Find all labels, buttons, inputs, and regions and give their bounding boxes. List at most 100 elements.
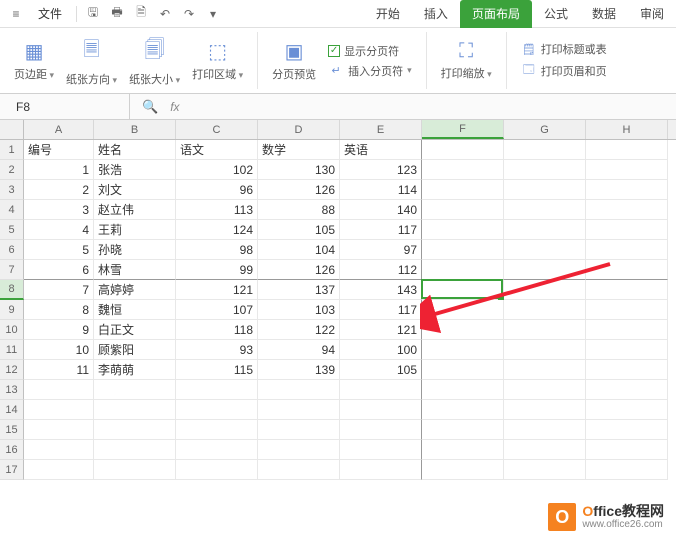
cell[interactable] <box>422 260 504 280</box>
cell-chinese[interactable]: 98 <box>176 240 258 260</box>
cell[interactable] <box>340 380 422 400</box>
page-break-preview-button[interactable]: ▣ 分页预览 <box>266 37 322 84</box>
cell-english[interactable]: 97 <box>340 240 422 260</box>
cell[interactable] <box>586 400 668 420</box>
cell[interactable] <box>504 140 586 160</box>
col-header-H[interactable]: H <box>586 120 668 139</box>
header-footer-button[interactable]: 🗔 打印页眉和页 <box>521 61 607 80</box>
select-all-corner[interactable] <box>0 120 24 139</box>
row-header[interactable]: 17 <box>0 460 24 480</box>
cell[interactable] <box>586 160 668 180</box>
cell-english[interactable]: 112 <box>340 260 422 280</box>
row-header[interactable]: 16 <box>0 440 24 460</box>
cell-id[interactable]: 7 <box>24 280 94 300</box>
row-header[interactable]: 15 <box>0 420 24 440</box>
cell[interactable] <box>504 460 586 480</box>
size-button[interactable]: 🗐 纸张大小 <box>123 33 186 89</box>
cell-english[interactable]: 140 <box>340 200 422 220</box>
cell-name[interactable]: 李萌萌 <box>94 360 176 380</box>
cell[interactable] <box>504 340 586 360</box>
cell[interactable] <box>586 180 668 200</box>
row-header[interactable]: 14 <box>0 400 24 420</box>
cell[interactable] <box>258 460 340 480</box>
cell-name[interactable]: 白正文 <box>94 320 176 340</box>
cell[interactable] <box>586 240 668 260</box>
cell-name[interactable]: 林雪 <box>94 260 176 280</box>
undo-icon[interactable]: ↶ <box>153 2 177 26</box>
cell[interactable] <box>504 360 586 380</box>
col-header-E[interactable]: E <box>340 120 422 139</box>
cell[interactable] <box>504 260 586 280</box>
cell-header-chinese[interactable]: 语文 <box>176 140 258 160</box>
cell-english[interactable]: 121 <box>340 320 422 340</box>
cell-math[interactable]: 130 <box>258 160 340 180</box>
cell-chinese[interactable]: 102 <box>176 160 258 180</box>
print-scaling-button[interactable]: ⛶ 打印缩放 <box>435 38 498 83</box>
row-header[interactable]: 7 <box>0 260 24 280</box>
col-header-G[interactable]: G <box>504 120 586 139</box>
cell[interactable] <box>340 440 422 460</box>
cell[interactable] <box>340 460 422 480</box>
cell[interactable] <box>586 260 668 280</box>
cell[interactable] <box>422 460 504 480</box>
cell[interactable] <box>176 420 258 440</box>
cell-chinese[interactable]: 115 <box>176 360 258 380</box>
cell[interactable] <box>94 440 176 460</box>
cell[interactable] <box>258 380 340 400</box>
col-header-B[interactable]: B <box>94 120 176 139</box>
preview-icon[interactable]: 🗎 <box>129 2 153 26</box>
dropdown-icon[interactable]: ▾ <box>201 2 225 26</box>
tab-formulas[interactable]: 公式 <box>532 0 580 28</box>
cell-id[interactable]: 3 <box>24 200 94 220</box>
cell[interactable] <box>422 320 504 340</box>
cell[interactable] <box>586 440 668 460</box>
cell[interactable] <box>504 180 586 200</box>
print-area-button[interactable]: ⬚ 打印区域 <box>186 37 249 84</box>
cell-english[interactable]: 143 <box>340 280 422 300</box>
cell[interactable] <box>422 400 504 420</box>
cell-chinese[interactable]: 93 <box>176 340 258 360</box>
cell-name[interactable]: 孙晓 <box>94 240 176 260</box>
tab-page-layout[interactable]: 页面布局 <box>460 0 532 28</box>
file-menu[interactable]: 文件 <box>28 0 72 28</box>
cell[interactable] <box>422 380 504 400</box>
cell[interactable] <box>586 320 668 340</box>
cell[interactable] <box>340 420 422 440</box>
cell-english[interactable]: 123 <box>340 160 422 180</box>
cell[interactable] <box>422 300 504 320</box>
cell[interactable] <box>504 320 586 340</box>
cell[interactable] <box>422 340 504 360</box>
cell[interactable] <box>94 420 176 440</box>
cell-header-name[interactable]: 姓名 <box>94 140 176 160</box>
cell[interactable] <box>24 460 94 480</box>
margins-button[interactable]: ▦ 页边距 <box>8 37 60 84</box>
cell-id[interactable]: 10 <box>24 340 94 360</box>
cell[interactable] <box>504 280 586 300</box>
cell[interactable] <box>422 180 504 200</box>
cell[interactable] <box>94 400 176 420</box>
cell-math[interactable]: 137 <box>258 280 340 300</box>
cell-header-english[interactable]: 英语 <box>340 140 422 160</box>
cell-header-math[interactable]: 数学 <box>258 140 340 160</box>
cell[interactable] <box>94 380 176 400</box>
cell[interactable] <box>504 440 586 460</box>
cell[interactable] <box>422 200 504 220</box>
cell-id[interactable]: 4 <box>24 220 94 240</box>
cell[interactable] <box>586 460 668 480</box>
row-header[interactable]: 12 <box>0 360 24 380</box>
row-header[interactable]: 3 <box>0 180 24 200</box>
cell[interactable] <box>504 420 586 440</box>
menu-icon[interactable]: ≡ <box>4 2 28 26</box>
cell-english[interactable]: 105 <box>340 360 422 380</box>
cell-id[interactable]: 2 <box>24 180 94 200</box>
print-titles-button[interactable]: 🗒 打印标题或表 <box>521 41 607 57</box>
cell[interactable] <box>504 240 586 260</box>
row-header[interactable]: 10 <box>0 320 24 340</box>
cell-name[interactable]: 赵立伟 <box>94 200 176 220</box>
cell[interactable] <box>24 400 94 420</box>
row-header[interactable]: 13 <box>0 380 24 400</box>
cell[interactable] <box>504 220 586 240</box>
cell[interactable] <box>422 420 504 440</box>
cell[interactable] <box>176 460 258 480</box>
cell-name[interactable]: 刘文 <box>94 180 176 200</box>
